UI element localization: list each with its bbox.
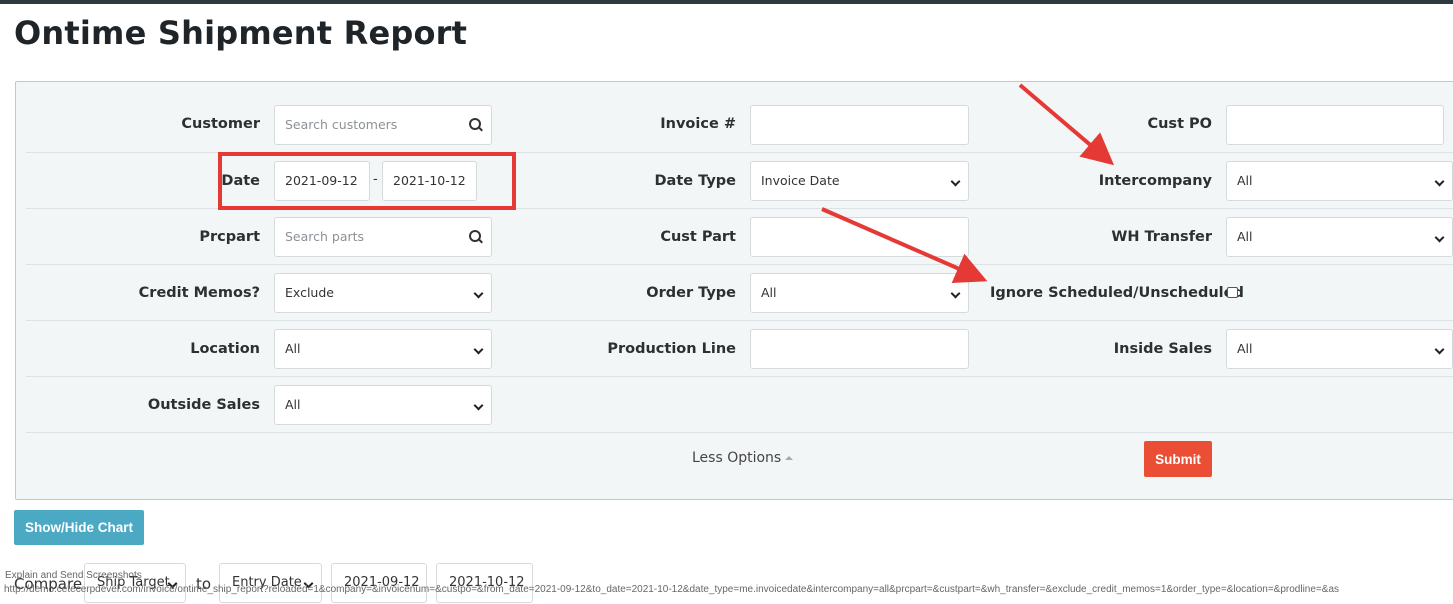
cust-po-label: Cust PO xyxy=(1147,116,1212,132)
date-highlight-box xyxy=(218,152,516,210)
customer-label: Customer xyxy=(181,116,260,132)
order-type-select[interactable]: All xyxy=(750,273,969,313)
page-title: Ontime Shipment Report xyxy=(14,14,468,52)
credit-memos-select[interactable]: Exclude xyxy=(274,273,492,313)
date-type-label: Date Type xyxy=(654,173,736,189)
outside-sales-select[interactable]: All xyxy=(274,385,492,425)
screenshot-tooltip: Explain and Send Screenshots xyxy=(5,570,142,581)
production-line-input[interactable] xyxy=(750,329,969,369)
caret-up-icon xyxy=(785,456,794,460)
row-divider xyxy=(26,432,1453,433)
customer-search-input[interactable]: Search customers xyxy=(274,105,492,145)
invoice-number-input[interactable] xyxy=(750,105,969,145)
cust-po-input[interactable] xyxy=(1226,105,1444,145)
less-options-link[interactable]: Less Options xyxy=(692,450,794,466)
ignore-scheduled-checkbox[interactable] xyxy=(1227,287,1238,298)
status-bar-url: http://demo.cetecerpdevel.com/invoice/on… xyxy=(4,584,1339,595)
prcpart-label: Prcpart xyxy=(199,229,260,245)
location-label: Location xyxy=(190,341,260,357)
cust-part-label: Cust Part xyxy=(660,229,736,245)
wh-transfer-select[interactable]: All xyxy=(1226,217,1453,257)
row-divider xyxy=(26,376,1453,377)
search-icon[interactable] xyxy=(469,230,483,244)
invoice-label: Invoice # xyxy=(660,116,736,132)
show-hide-chart-button[interactable]: Show/Hide Chart xyxy=(14,510,144,545)
intercompany-select[interactable]: All xyxy=(1226,161,1453,201)
inside-sales-label: Inside Sales xyxy=(1113,341,1212,357)
top-nav-bar xyxy=(0,0,1453,4)
cust-part-input[interactable] xyxy=(750,217,969,257)
submit-button[interactable]: Submit xyxy=(1144,441,1212,477)
credit-memos-label: Credit Memos? xyxy=(138,285,260,301)
intercompany-label: Intercompany xyxy=(1098,173,1212,189)
less-options-label: Less Options xyxy=(692,450,782,466)
date-type-select[interactable]: Invoice Date xyxy=(750,161,969,201)
search-icon[interactable] xyxy=(469,118,483,132)
production-line-label: Production Line xyxy=(607,341,736,357)
outside-sales-label: Outside Sales xyxy=(147,397,260,413)
inside-sales-select[interactable]: All xyxy=(1226,329,1453,369)
wh-transfer-label: WH Transfer xyxy=(1111,229,1212,245)
row-divider xyxy=(26,264,1453,265)
row-divider xyxy=(26,320,1453,321)
prcpart-search-input[interactable]: Search parts xyxy=(274,217,492,257)
order-type-label: Order Type xyxy=(646,285,736,301)
ignore-scheduled-label: Ignore Scheduled/Unscheduled xyxy=(990,285,1244,301)
location-select[interactable]: All xyxy=(274,329,492,369)
